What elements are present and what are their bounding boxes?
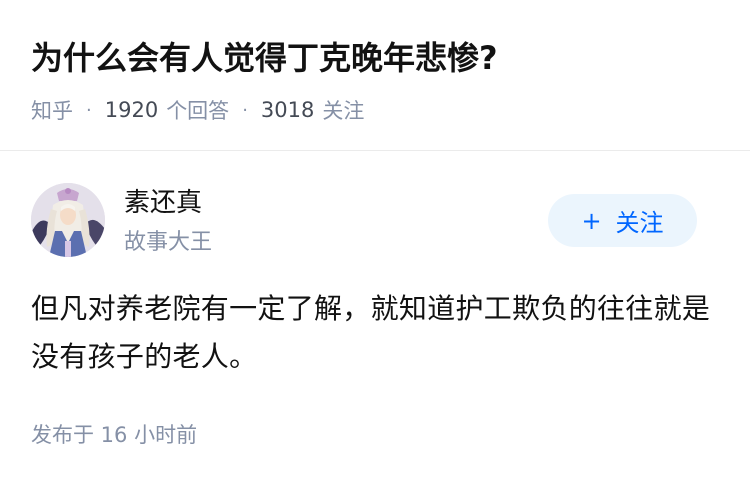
question-header: 为什么会有人觉得丁克晚年悲惨? 知乎 · 1920 个回答 · 3018 关注 <box>0 0 750 151</box>
author-badge: 故事大王 <box>124 230 213 255</box>
answer-count: 1920 <box>104 98 159 122</box>
anime-character-avatar-icon <box>31 183 105 257</box>
source-label[interactable]: 知乎 <box>31 95 73 125</box>
avatar[interactable] <box>31 183 105 257</box>
follower-count-label: 关注 <box>322 99 365 123</box>
plus-icon: + <box>581 206 602 235</box>
meta-separator: · <box>86 99 92 121</box>
follow-button-label: 关注 <box>615 209 664 237</box>
question-title[interactable]: 为什么会有人觉得丁克晚年悲惨? <box>31 36 498 80</box>
follower-count: 3018 <box>260 98 315 122</box>
answer-time: 发布于 16 小时前 <box>31 423 198 447</box>
author-name[interactable]: 素还真 <box>124 186 202 220</box>
answer-count-label: 个回答 <box>166 99 230 123</box>
meta-separator: · <box>242 99 248 121</box>
answer-card: 素还真 故事大王 + 关注 但凡对养老院有一定了解，就知道护工欺负的往往就是没有… <box>0 152 750 486</box>
question-meta: 知乎 · 1920 个回答 · 3018 关注 <box>31 94 364 126</box>
answer-content[interactable]: 但凡对养老院有一定了解，就知道护工欺负的往往就是没有孩子的老人。 <box>31 285 711 381</box>
follow-button[interactable]: + 关注 <box>548 194 697 247</box>
